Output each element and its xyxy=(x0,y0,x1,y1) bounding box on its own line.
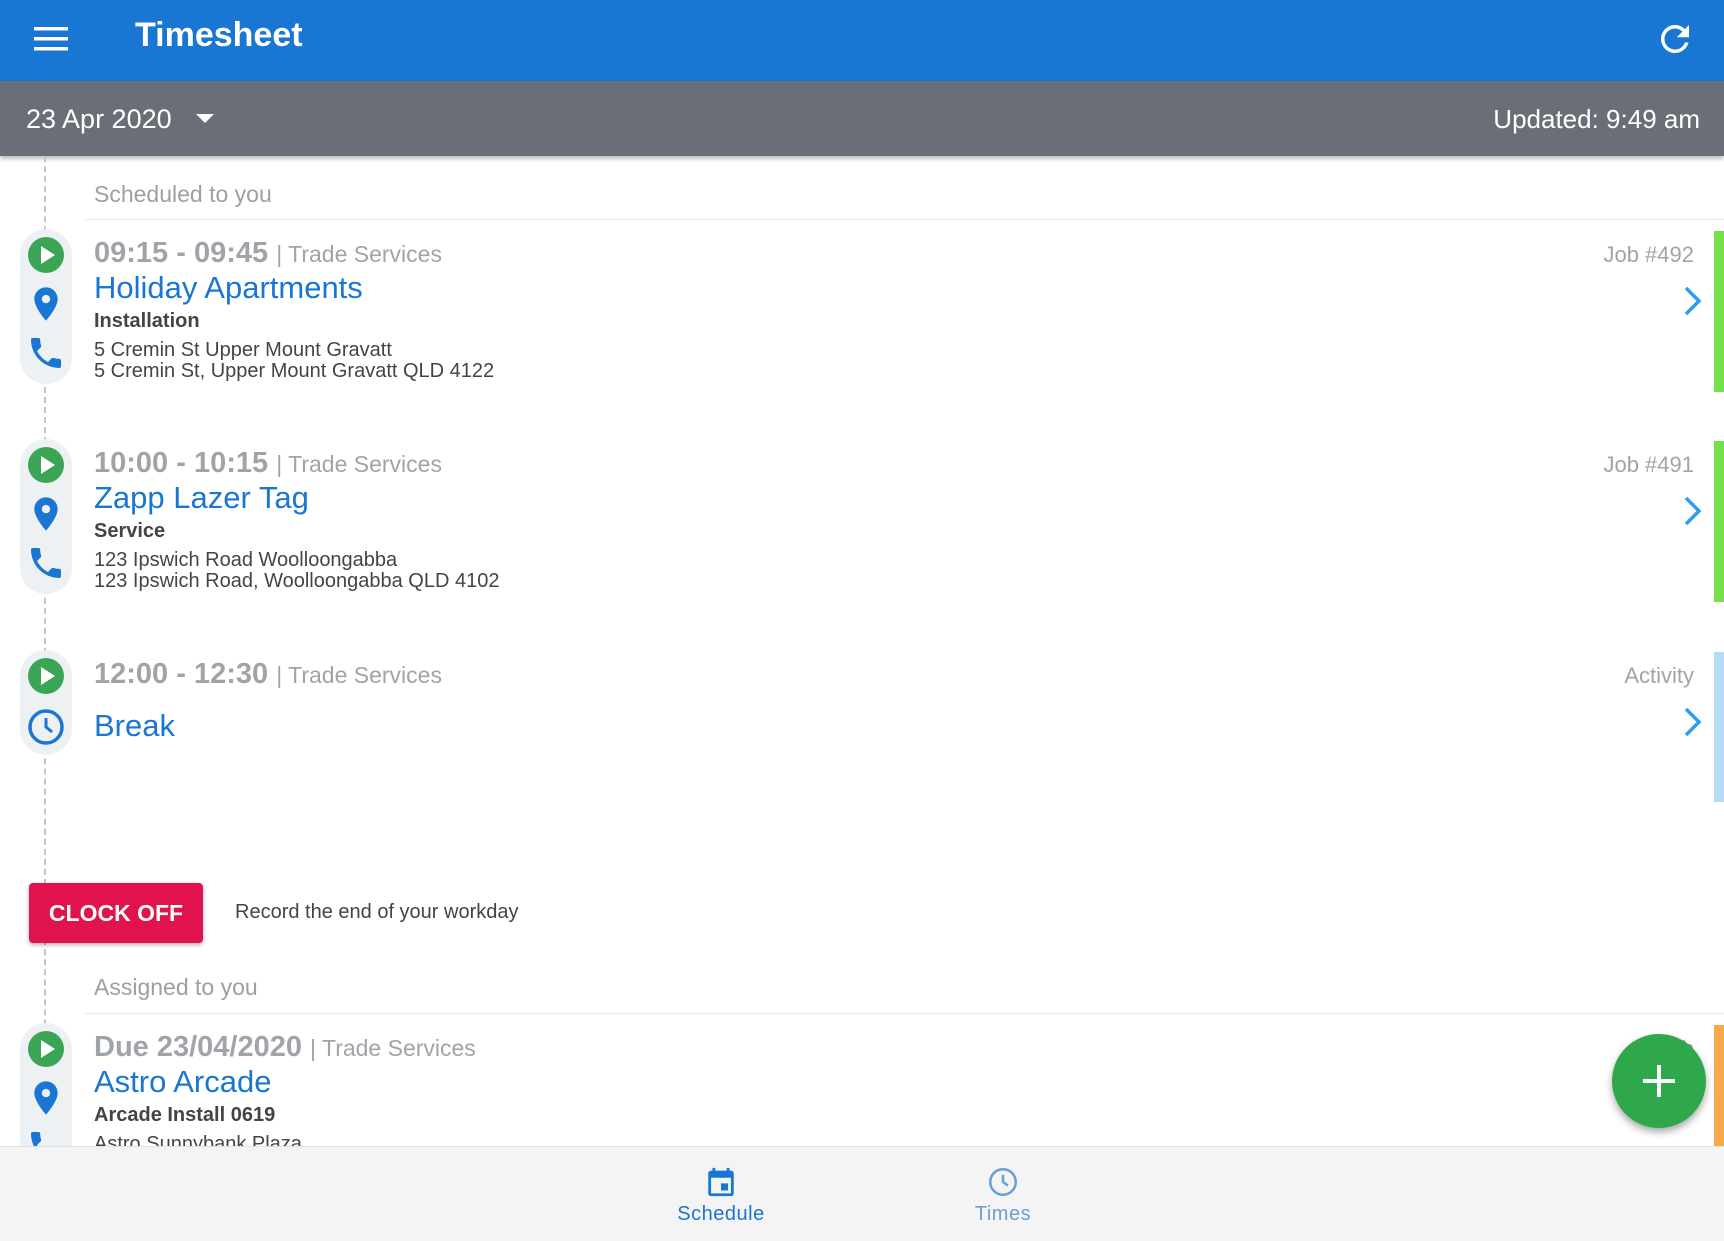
refresh-icon[interactable] xyxy=(1654,18,1696,60)
status-stripe xyxy=(1714,441,1724,602)
nav-label: Times xyxy=(974,1203,1032,1225)
job-category: | Trade Services xyxy=(310,1035,476,1061)
clock-icon xyxy=(26,707,66,747)
status-stripe xyxy=(1714,652,1724,802)
page-title: Timesheet xyxy=(135,16,303,54)
schedule-list[interactable]: Scheduled to you 09:15 - 09:45 | Trade S… xyxy=(0,156,1724,1146)
add-button[interactable] xyxy=(1612,1034,1706,1128)
activity-label: Activity xyxy=(1624,663,1694,688)
nav-label: Schedule xyxy=(677,1203,765,1225)
job-time: 09:15 - 09:45 | Trade Services xyxy=(94,236,442,271)
last-updated-label: Updated: 9:49 am xyxy=(1493,104,1700,134)
chevron-down-icon[interactable] xyxy=(196,114,214,123)
section-header-scheduled: Scheduled to you xyxy=(94,181,272,207)
address-line-2: 123 Ipswich Road, Woolloongabba QLD 4102 xyxy=(94,570,500,592)
status-stripe xyxy=(1714,231,1724,392)
activity-category: | Trade Services xyxy=(276,662,442,688)
divider xyxy=(84,1013,1724,1014)
address-line-2: 5 Cremin St, Upper Mount Gravatt QLD 412… xyxy=(94,360,495,382)
bottom-navigation: Schedule Times xyxy=(0,1146,1724,1241)
clock-off-button[interactable]: CLOCK OFF xyxy=(29,883,203,943)
nav-times[interactable]: Times xyxy=(923,1147,1083,1241)
phone-icon[interactable] xyxy=(26,1127,66,1146)
nav-schedule[interactable]: Schedule xyxy=(641,1147,801,1241)
date-bar: 23 Apr 2020 Updated: 9:49 am xyxy=(0,81,1724,156)
play-icon[interactable] xyxy=(26,1029,66,1069)
status-stripe xyxy=(1714,1025,1724,1146)
date-selector[interactable]: 23 Apr 2020 xyxy=(26,103,172,135)
chevron-right-icon[interactable] xyxy=(1680,495,1706,527)
play-icon[interactable] xyxy=(26,656,66,696)
address-line-1: 123 Ipswich Road Woolloongabba xyxy=(94,549,398,571)
job-number: Job #492 xyxy=(1603,242,1694,267)
job-type: Arcade Install 0619 xyxy=(94,1104,276,1126)
clock-icon xyxy=(988,1167,1018,1197)
time-range: 12:00 - 12:30 xyxy=(94,658,269,690)
job-type: Installation xyxy=(94,310,200,332)
calendar-icon xyxy=(708,1167,734,1197)
chevron-right-icon[interactable] xyxy=(1680,706,1706,738)
activity-card[interactable]: 12:00 - 12:30 | Trade Services Break Act… xyxy=(0,650,1724,802)
location-pin-icon[interactable] xyxy=(26,1078,66,1118)
job-card[interactable]: Due 23/04/2020 | Trade Services Astro Ar… xyxy=(0,1023,1724,1146)
job-name[interactable]: Holiday Apartments xyxy=(94,269,363,307)
due-date: Due 23/04/2020 xyxy=(94,1031,302,1063)
job-number: Job #491 xyxy=(1603,452,1694,477)
job-name[interactable]: Astro Arcade xyxy=(94,1063,271,1101)
job-type: Service xyxy=(94,520,166,542)
job-category: | Trade Services xyxy=(276,241,442,267)
job-due-date: Due 23/04/2020 | Trade Services xyxy=(94,1030,476,1065)
play-icon[interactable] xyxy=(26,445,66,485)
app-bar: Timesheet xyxy=(0,0,1724,81)
phone-icon[interactable] xyxy=(26,333,66,373)
job-time: 10:00 - 10:15 | Trade Services xyxy=(94,446,442,481)
activity-name[interactable]: Break xyxy=(94,707,175,745)
address-line-1: Astro Sunnybank Plaza xyxy=(94,1133,302,1147)
divider xyxy=(84,219,1724,220)
address-line-1: 5 Cremin St Upper Mount Gravatt xyxy=(94,339,392,361)
job-name[interactable]: Zapp Lazer Tag xyxy=(94,479,309,517)
location-pin-icon[interactable] xyxy=(26,494,66,534)
location-pin-icon[interactable] xyxy=(26,284,66,324)
section-header-assigned: Assigned to you xyxy=(94,974,258,1000)
chevron-right-icon[interactable] xyxy=(1680,285,1706,317)
job-card[interactable]: 09:15 - 09:45 | Trade Services Holiday A… xyxy=(0,229,1724,394)
time-range: 10:00 - 10:15 xyxy=(94,447,269,479)
play-icon[interactable] xyxy=(26,235,66,275)
job-category: | Trade Services xyxy=(276,451,442,477)
menu-icon[interactable] xyxy=(34,22,68,56)
clock-off-description: Record the end of your workday xyxy=(235,901,519,923)
job-card[interactable]: 10:00 - 10:15 | Trade Services Zapp Laze… xyxy=(0,439,1724,604)
activity-time: 12:00 - 12:30 | Trade Services xyxy=(94,657,442,692)
time-range: 09:15 - 09:45 xyxy=(94,237,269,269)
plus-icon xyxy=(1643,1065,1675,1097)
phone-icon[interactable] xyxy=(26,543,66,583)
